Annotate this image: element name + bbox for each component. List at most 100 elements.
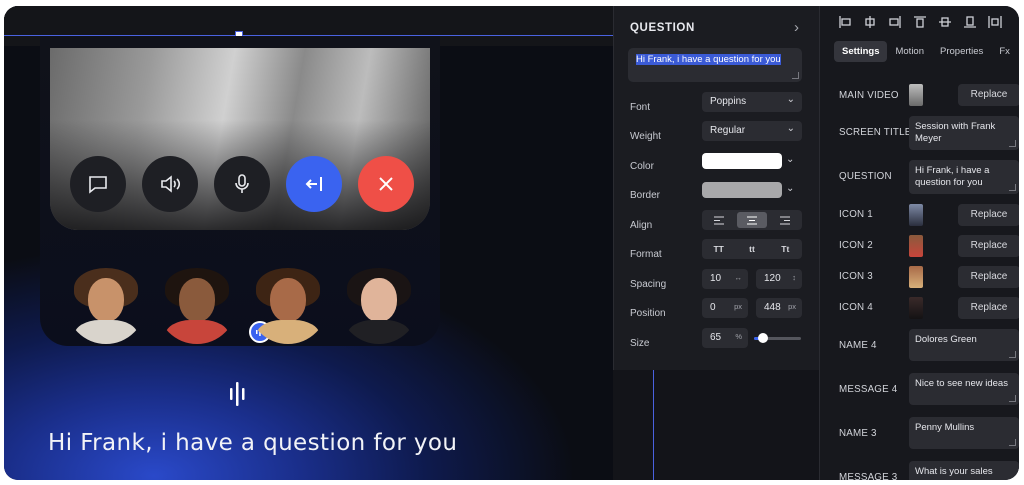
- letter-spacing-input[interactable]: 10 ↔: [702, 269, 748, 289]
- resize-grip-icon[interactable]: [1009, 140, 1016, 147]
- call-preview-card: [40, 36, 440, 346]
- replace-main-video-button[interactable]: Replace: [958, 84, 1019, 106]
- chevron-down-icon[interactable]: ⌄: [786, 154, 794, 165]
- tab-motion[interactable]: Motion: [887, 41, 932, 62]
- tab-fx[interactable]: Fx: [991, 41, 1018, 62]
- end-call-button[interactable]: [358, 156, 414, 212]
- align-left-icon: [713, 216, 724, 224]
- screen-title-field[interactable]: Session with Frank Meyer: [909, 116, 1019, 150]
- chevron-right-icon[interactable]: ›: [794, 19, 799, 36]
- tab-properties[interactable]: Properties: [932, 41, 991, 62]
- font-value: Poppins: [710, 96, 747, 107]
- alignment-toolbar: [820, 6, 1019, 38]
- align-left-edge-icon[interactable]: [838, 15, 852, 29]
- align-left-button[interactable]: [704, 212, 734, 228]
- font-select[interactable]: Poppins ⌄: [702, 92, 802, 112]
- exit-arrow-icon: [305, 177, 322, 191]
- format-segmented-control: TT tt Tt: [702, 239, 802, 259]
- line-spacing-value: 120: [764, 273, 781, 284]
- align-top-edge-icon[interactable]: [913, 15, 927, 29]
- question-properties-panel: QUESTION › Hi Frank, i have a question f…: [613, 6, 819, 370]
- weight-label: Weight: [630, 131, 661, 142]
- name-4-field[interactable]: Dolores Green: [909, 329, 1019, 361]
- tab-settings[interactable]: Settings: [834, 40, 888, 62]
- vertical-guide-line: [653, 370, 654, 480]
- align-segmented-control: [702, 210, 802, 230]
- settings-tabs: Settings Motion Properties Fx: [834, 40, 1016, 62]
- icon-3-thumbnail: [909, 266, 923, 288]
- resize-grip-icon[interactable]: [792, 72, 799, 79]
- align-right-button[interactable]: [770, 212, 800, 228]
- weight-select[interactable]: Regular ⌄: [702, 121, 802, 141]
- message-3-value: What is your sales: [915, 466, 993, 477]
- icon-4-thumbnail: [909, 297, 923, 319]
- message-3-label: MESSAGE 3: [839, 472, 898, 480]
- participant-avatar-1[interactable]: [66, 264, 146, 344]
- microphone-icon: [235, 174, 249, 193]
- align-label: Align: [630, 220, 653, 231]
- audio-wave-icon: [230, 382, 245, 406]
- position-y-input[interactable]: 448 px: [756, 298, 802, 318]
- chevron-down-icon: ⌄: [786, 94, 795, 105]
- leave-call-button[interactable]: [286, 156, 342, 212]
- participant-avatar-2[interactable]: [157, 264, 237, 344]
- align-center-button[interactable]: [736, 212, 767, 228]
- format-lowercase-button[interactable]: tt: [737, 241, 767, 257]
- distribute-icon[interactable]: [988, 15, 1003, 29]
- position-y-value: 448: [764, 302, 781, 313]
- align-right-edge-icon[interactable]: [888, 15, 902, 29]
- chat-button[interactable]: [70, 156, 126, 212]
- weight-value: Regular: [710, 125, 746, 136]
- question-label: QUESTION: [839, 171, 892, 182]
- icon-1-label: ICON 1: [839, 209, 873, 220]
- border-swatch[interactable]: [702, 182, 782, 198]
- name-4-value: Dolores Green: [915, 334, 977, 345]
- question-text-field[interactable]: Hi Frank, i have a question for you: [628, 48, 802, 82]
- position-x-unit: px: [734, 302, 742, 311]
- replace-icon-4-button[interactable]: Replace: [958, 297, 1019, 319]
- main-video-label: MAIN VIDEO: [839, 90, 899, 101]
- replace-icon-2-button[interactable]: Replace: [958, 235, 1019, 257]
- format-titlecase-button[interactable]: Tt: [770, 241, 800, 257]
- message-3-field[interactable]: What is your sales: [909, 461, 1019, 480]
- color-label: Color: [630, 161, 654, 172]
- resize-grip-icon[interactable]: [1009, 184, 1016, 191]
- screen-title-label: SCREEN TITLE: [839, 127, 912, 138]
- app-window: Hi Frank, i have a question for you QUES…: [4, 6, 1019, 480]
- settings-panel: Settings Motion Properties Fx MAIN VIDEO…: [819, 6, 1019, 480]
- question-text-selection: Hi Frank, i have a question for you: [636, 54, 781, 65]
- name-3-label: NAME 3: [839, 428, 877, 439]
- resize-grip-icon[interactable]: [1009, 439, 1016, 446]
- font-label: Font: [630, 102, 651, 113]
- replace-icon-3-button[interactable]: Replace: [958, 266, 1019, 288]
- name-3-field[interactable]: Penny Mullins: [909, 417, 1019, 449]
- line-spacing-input[interactable]: 120 ↕: [756, 269, 802, 289]
- question-field[interactable]: Hi Frank, i have a question for you: [909, 160, 1019, 194]
- message-4-field[interactable]: Nice to see new ideas: [909, 373, 1019, 405]
- resize-grip-icon[interactable]: [1009, 395, 1016, 402]
- participant-avatar-4[interactable]: [339, 264, 419, 344]
- microphone-button[interactable]: [214, 156, 270, 212]
- color-swatch[interactable]: [702, 153, 782, 169]
- resize-grip-icon[interactable]: [1009, 351, 1016, 358]
- size-label: Size: [630, 338, 650, 349]
- format-label: Format: [630, 249, 662, 260]
- speaker-button[interactable]: [142, 156, 198, 212]
- align-bottom-edge-icon[interactable]: [963, 15, 977, 29]
- chevron-down-icon[interactable]: ⌄: [786, 183, 794, 194]
- size-input[interactable]: 65 %: [702, 328, 748, 348]
- line-spacing-icon: ↕: [792, 273, 796, 282]
- participant-avatar-3[interactable]: [248, 264, 328, 344]
- align-vertical-center-icon[interactable]: [938, 15, 952, 29]
- position-x-input[interactable]: 0 px: [702, 298, 748, 318]
- message-4-value: Nice to see new ideas: [915, 378, 1008, 389]
- question-caption[interactable]: Hi Frank, i have a question for you: [48, 430, 457, 456]
- question-value: Hi Frank, i have a question for you: [915, 165, 990, 188]
- align-horizontal-center-icon[interactable]: [863, 15, 877, 29]
- size-value: 65: [710, 332, 722, 343]
- format-uppercase-button[interactable]: TT: [704, 241, 734, 257]
- main-video-thumbnail: [909, 84, 923, 106]
- preview-canvas[interactable]: Hi Frank, i have a question for you: [4, 6, 613, 480]
- replace-icon-1-button[interactable]: Replace: [958, 204, 1019, 226]
- border-label: Border: [630, 190, 661, 201]
